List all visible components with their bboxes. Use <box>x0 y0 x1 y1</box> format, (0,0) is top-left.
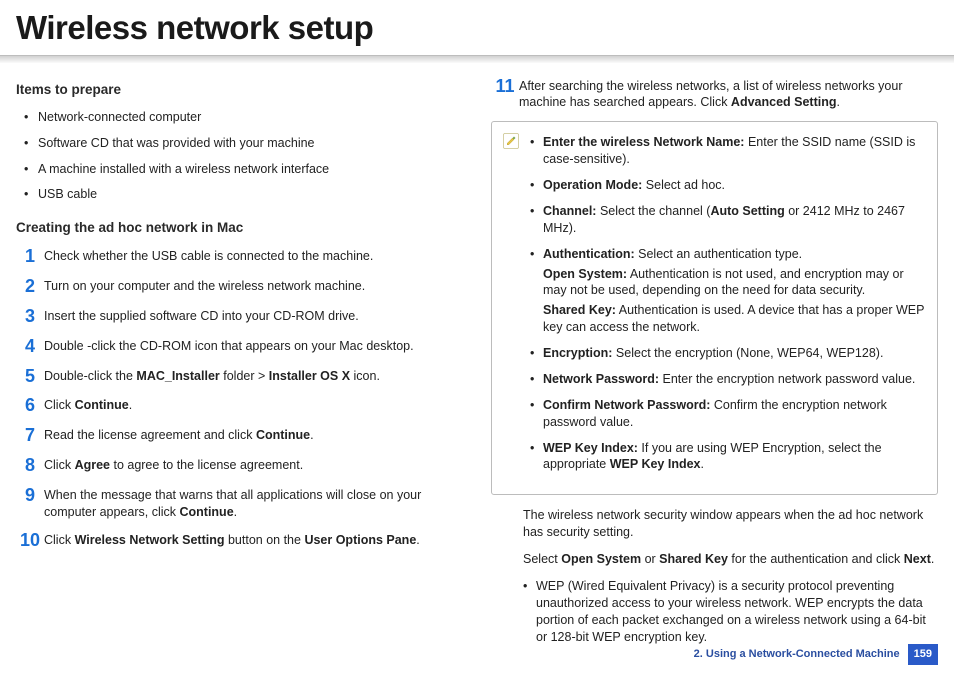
step-number: 3 <box>16 307 44 327</box>
step-text: Turn on your computer and the wireless n… <box>44 277 463 295</box>
items-to-prepare-heading: Items to prepare <box>16 81 463 99</box>
step: 6Click Continue. <box>16 396 463 416</box>
note-item: WEP Key Index: If you are using WEP Encr… <box>530 440 925 474</box>
note-item: Authentication: Select an authentication… <box>530 246 925 336</box>
step-text: Check whether the USB cable is connected… <box>44 247 463 265</box>
page-title: Wireless network setup <box>0 0 954 55</box>
step: 3Insert the supplied software CD into yo… <box>16 307 463 327</box>
note-box: Enter the wireless Network Name: Enter t… <box>491 121 938 495</box>
step-text: Read the license agreement and click Con… <box>44 426 463 444</box>
step-text: Double-click the MAC_Installer folder > … <box>44 367 463 385</box>
step-text: Click Wireless Network Setting button on… <box>44 531 463 549</box>
left-column: Items to prepare Network-connected compu… <box>16 77 463 653</box>
step: 5Double-click the MAC_Installer folder >… <box>16 367 463 387</box>
note-item: Channel: Select the channel (Auto Settin… <box>530 203 925 237</box>
footer-section-label: 2. Using a Network-Connected Machine <box>694 647 900 662</box>
page-number: 159 <box>908 644 938 665</box>
select-auth-paragraph: Select Open System or Shared Key for the… <box>523 551 938 568</box>
step: 10Click Wireless Network Setting button … <box>16 531 463 551</box>
step-number: 1 <box>16 247 44 267</box>
security-window-paragraph: The wireless network security window app… <box>523 507 938 541</box>
step-number: 9 <box>16 486 44 506</box>
note-list: Enter the wireless Network Name: Enter t… <box>530 134 925 473</box>
wep-description-list: WEP (Wired Equivalent Privacy) is a secu… <box>491 578 938 646</box>
note-item: Enter the wireless Network Name: Enter t… <box>530 134 925 168</box>
step-number: 8 <box>16 456 44 476</box>
step-number: 2 <box>16 277 44 297</box>
wep-description-item: WEP (Wired Equivalent Privacy) is a secu… <box>523 578 938 646</box>
note-item: Confirm Network Password: Confirm the en… <box>530 397 925 431</box>
note-item: Encryption: Select the encryption (None,… <box>530 345 925 362</box>
step-number: 11 <box>491 77 519 97</box>
step-text: Click Continue. <box>44 396 463 414</box>
prep-item: Network-connected computer <box>38 109 463 126</box>
step: 4Double -click the CD-ROM icon that appe… <box>16 337 463 357</box>
step-text: Click Agree to agree to the license agre… <box>44 456 463 474</box>
step-number: 5 <box>16 367 44 387</box>
page-footer: 2. Using a Network-Connected Machine 159 <box>694 644 938 665</box>
step: 9When the message that warns that all ap… <box>16 486 463 521</box>
title-divider <box>0 55 954 63</box>
step-text: When the message that warns that all app… <box>44 486 463 521</box>
content-columns: Items to prepare Network-connected compu… <box>0 77 954 653</box>
step-number: 7 <box>16 426 44 446</box>
prep-item: USB cable <box>38 186 463 203</box>
step-text: Double -click the CD-ROM icon that appea… <box>44 337 463 355</box>
step: 8Click Agree to agree to the license agr… <box>16 456 463 476</box>
steps-list: 1Check whether the USB cable is connecte… <box>16 247 463 550</box>
step-text: Insert the supplied software CD into you… <box>44 307 463 325</box>
step-number: 10 <box>16 531 44 551</box>
step: 7Read the license agreement and click Co… <box>16 426 463 446</box>
creating-ad-hoc-heading: Creating the ad hoc network in Mac <box>16 219 463 237</box>
step-number: 6 <box>16 396 44 416</box>
step-text: After searching the wireless networks, a… <box>519 77 938 112</box>
step: 2Turn on your computer and the wireless … <box>16 277 463 297</box>
step-11: 11 After searching the wireless networks… <box>491 77 938 112</box>
note-item: Network Password: Enter the encryption n… <box>530 371 925 388</box>
step: 1Check whether the USB cable is connecte… <box>16 247 463 267</box>
prep-list: Network-connected computer Software CD th… <box>16 109 463 204</box>
prep-item: A machine installed with a wireless netw… <box>38 161 463 178</box>
right-column: 11 After searching the wireless networks… <box>491 77 938 653</box>
note-pencil-icon <box>502 132 520 150</box>
prep-item: Software CD that was provided with your … <box>38 135 463 152</box>
step-number: 4 <box>16 337 44 357</box>
note-item: Operation Mode: Select ad hoc. <box>530 177 925 194</box>
